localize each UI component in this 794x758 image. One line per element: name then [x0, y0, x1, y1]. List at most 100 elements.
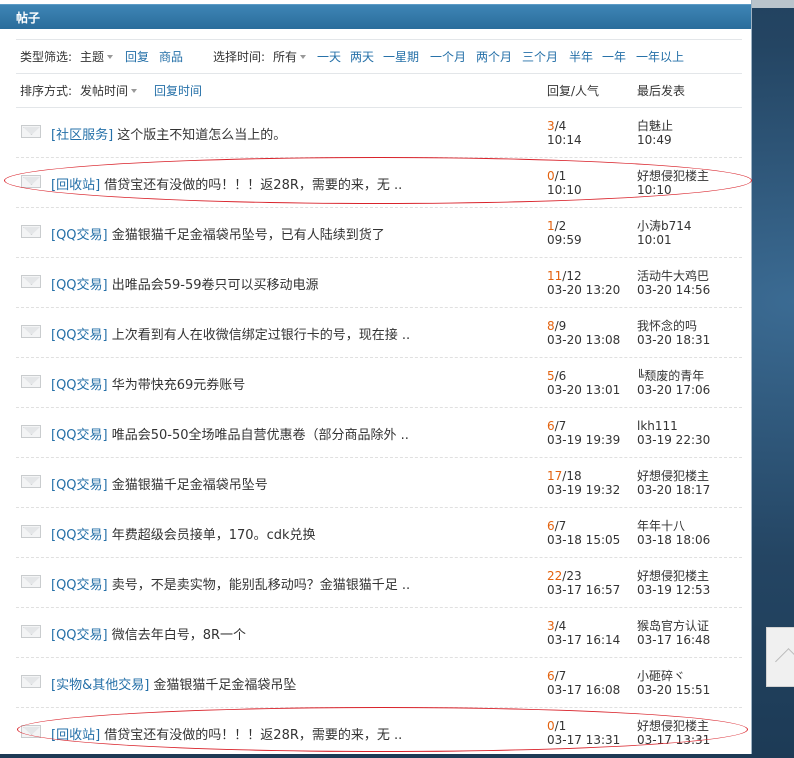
thread-title-text[interactable]: 卖号，不是卖实物，能别乱移动吗？金猫银猫千足 ..	[112, 578, 410, 593]
thread-title[interactable]: [QQ交易] 出唯品会59-59卷只可以买移动电源	[51, 274, 319, 293]
last-post-user[interactable]: 我怀念的吗	[637, 319, 697, 333]
thread-category[interactable]: [社区服务]	[51, 128, 113, 143]
reply-count: 11	[547, 269, 563, 283]
thread-title-text[interactable]: 这个版主不知道怎么当上的。	[117, 128, 286, 143]
reply-count: 17	[547, 469, 563, 483]
table-row[interactable]: [实物&其他交易] 金猫银猫千足金福袋吊坠 6/7 03-17 16:08 小砸碎ヾ 0…	[16, 658, 742, 708]
reply-stats: 6/7 03-19 19:39	[547, 419, 620, 447]
sort-dropdown[interactable]: 发帖时间	[80, 82, 138, 99]
thread-title[interactable]: [QQ交易] 上次看到有人在收微信绑定过银行卡的号，现在接 ..	[51, 324, 410, 343]
time-filter-2days[interactable]: 两天	[350, 48, 374, 65]
thread-title[interactable]: [QQ交易] 华为带快充69元券账号	[51, 374, 245, 393]
thread-category[interactable]: [QQ交易]	[51, 578, 108, 593]
time-filter-over1year[interactable]: 一年以上	[636, 48, 684, 65]
thread-category[interactable]: [QQ交易]	[51, 478, 108, 493]
table-row[interactable]: [QQ交易] 唯品会50-50全场唯品自营优惠卷（部分商品除外 .. 6/7 03-…	[16, 408, 742, 458]
time-filter-1week[interactable]: 一星期	[383, 48, 419, 65]
thread-title-text[interactable]: 华为带快充69元券账号	[112, 378, 246, 393]
time-filter-1year[interactable]: 一年	[602, 48, 626, 65]
type-filter-reply[interactable]: 回复	[125, 48, 149, 65]
table-row[interactable]: [QQ交易] 上次看到有人在收微信绑定过银行卡的号，现在接 .. 8/9 03-20…	[16, 308, 742, 358]
chevron-down-icon	[107, 54, 114, 59]
thread-category[interactable]: [QQ交易]	[51, 428, 108, 443]
thread-title[interactable]: [QQ交易] 唯品会50-50全场唯品自营优惠卷（部分商品除外 ..	[51, 424, 409, 443]
thread-title-text[interactable]: 唯品会50-50全场唯品自营优惠卷（部分商品除外 ..	[112, 428, 409, 443]
last-post: 我怀念的吗 03-20 18:31	[637, 319, 710, 347]
last-post: 小涛b714 10:01	[637, 219, 692, 247]
thread-title-text[interactable]: 金猫银猫千足金福袋吊坠	[153, 678, 296, 693]
reply-stats: 5/6 03-20 13:01	[547, 369, 620, 397]
last-post-time: 03-20 14:56	[637, 283, 711, 297]
view-count: /4	[554, 119, 567, 133]
type-filter-selected: 主题	[80, 50, 105, 64]
reply-stats: 17/18 03-19 19:32	[547, 469, 620, 497]
time-filter-2months[interactable]: 两个月	[476, 48, 512, 65]
thread-category[interactable]: [QQ交易]	[51, 378, 108, 393]
last-post-user[interactable]: 小砸碎ヾ	[637, 669, 685, 683]
time-filter-dropdown[interactable]: 所有	[273, 48, 307, 65]
last-post-user[interactable]: 好想侵犯楼主	[637, 469, 709, 483]
last-post-user[interactable]: ╚颓废的青年	[637, 369, 704, 383]
thread-title-text[interactable]: 金猫银猫千足金福袋吊坠号	[112, 478, 268, 493]
last-post-user[interactable]: 活动牛大鸡巴	[637, 269, 709, 283]
table-row[interactable]: [QQ交易] 微信去年白号，8R一个 3/4 03-17 16:14 猴岛官方认证 03…	[16, 608, 742, 658]
time-filter-1month[interactable]: 一个月	[430, 48, 466, 65]
time-filter-3months[interactable]: 三个月	[522, 48, 558, 65]
thread-title[interactable]: [QQ交易] 卖号，不是卖实物，能别乱移动吗？金猫银猫千足 ..	[51, 574, 410, 593]
reply-count: 3	[547, 119, 555, 133]
thread-title[interactable]: [QQ交易] 金猫银猫千足金福袋吊坠号，已有人陆续到货了	[51, 224, 385, 243]
thread-title[interactable]: [实物&其他交易] 金猫银猫千足金福袋吊坠	[51, 674, 296, 693]
thread-title-text[interactable]: 金猫银猫千足金福袋吊坠号，已有人陆续到货了	[112, 228, 385, 243]
table-row[interactable]: [QQ交易] 卖号，不是卖实物，能别乱移动吗？金猫银猫千足 .. 22/23 03-…	[16, 558, 742, 608]
last-post-user[interactable]: 小涛b714	[637, 219, 692, 233]
view-count: /4	[554, 619, 567, 633]
table-row[interactable]: [QQ交易] 华为带快充69元券账号 5/6 03-20 13:01 ╚颓废的青年 03…	[16, 358, 742, 408]
post-time: 09:59	[547, 233, 582, 247]
reply-stats: 11/12 03-20 13:20	[547, 269, 620, 297]
back-to-top-button[interactable]	[766, 627, 794, 687]
reply-count: 6	[547, 669, 555, 683]
last-post-user[interactable]: 好想侵犯楼主	[637, 569, 709, 583]
type-filter-goods[interactable]: 商品	[159, 48, 183, 65]
last-post-user[interactable]: 猴岛官方认证	[637, 619, 709, 633]
thread-category[interactable]: [QQ交易]	[51, 528, 108, 543]
post-time: 10:14	[547, 133, 582, 147]
reply-count: 3	[547, 619, 555, 633]
table-row[interactable]: [QQ交易] 金猫银猫千足金福袋吊坠号，已有人陆续到货了 1/2 09:59 小涛b7…	[16, 208, 742, 258]
thread-title[interactable]: [QQ交易] 金猫银猫千足金福袋吊坠号	[51, 474, 268, 493]
thread-title-text[interactable]: 微信去年白号，8R一个	[112, 628, 246, 643]
time-filter-1day[interactable]: 一天	[317, 48, 341, 65]
thread-title-text[interactable]: 年费超级会员接单，170。cdk兑换	[112, 528, 316, 543]
last-post-time: 03-20 18:31	[637, 333, 711, 347]
highlight-ellipse	[17, 707, 748, 752]
post-time: 03-17 16:57	[547, 583, 621, 597]
thread-title[interactable]: [QQ交易] 微信去年白号，8R一个	[51, 624, 246, 643]
reply-count: 6	[547, 419, 555, 433]
last-post-user[interactable]: 年年十八	[637, 519, 685, 533]
thread-title-text[interactable]: 出唯品会59-59卷只可以买移动电源	[112, 278, 319, 293]
time-filter-halfyear[interactable]: 半年	[569, 48, 593, 65]
type-filter-dropdown[interactable]: 主题	[80, 48, 114, 65]
highlight-ellipse	[4, 157, 752, 204]
reply-count: 6	[547, 519, 555, 533]
thread-category[interactable]: [QQ交易]	[51, 328, 108, 343]
thread-title[interactable]: [QQ交易] 年费超级会员接单，170。cdk兑换	[51, 524, 316, 543]
last-post: 猴岛官方认证 03-17 16:48	[637, 619, 710, 647]
sort-by-reply-time[interactable]: 回复时间	[154, 82, 202, 99]
envelope-icon	[21, 275, 41, 288]
table-row[interactable]: [QQ交易] 金猫银猫千足金福袋吊坠号 17/18 03-19 19:32 好想侵犯楼…	[16, 458, 742, 508]
thread-category[interactable]: [QQ交易]	[51, 628, 108, 643]
view-count: /7	[554, 419, 567, 433]
table-row[interactable]: [社区服务] 这个版主不知道怎么当上的。 3/4 10:14 白魅止 10:49	[16, 108, 742, 158]
table-row[interactable]: [QQ交易] 出唯品会59-59卷只可以买移动电源 11/12 03-20 13:2…	[16, 258, 742, 308]
thread-category[interactable]: [QQ交易]	[51, 278, 108, 293]
thread-title[interactable]: [社区服务] 这个版主不知道怎么当上的。	[51, 124, 286, 143]
last-post-user[interactable]: 白魅止	[637, 119, 673, 133]
last-post-user[interactable]: lkh111	[637, 419, 678, 433]
thread-category[interactable]: [实物&其他交易]	[51, 678, 149, 693]
view-count: /18	[562, 469, 582, 483]
reply-count: 22	[547, 569, 563, 583]
table-row[interactable]: [QQ交易] 年费超级会员接单，170。cdk兑换 6/7 03-18 15:05 年…	[16, 508, 742, 558]
thread-title-text[interactable]: 上次看到有人在收微信绑定过银行卡的号，现在接 ..	[112, 328, 410, 343]
thread-category[interactable]: [QQ交易]	[51, 228, 108, 243]
